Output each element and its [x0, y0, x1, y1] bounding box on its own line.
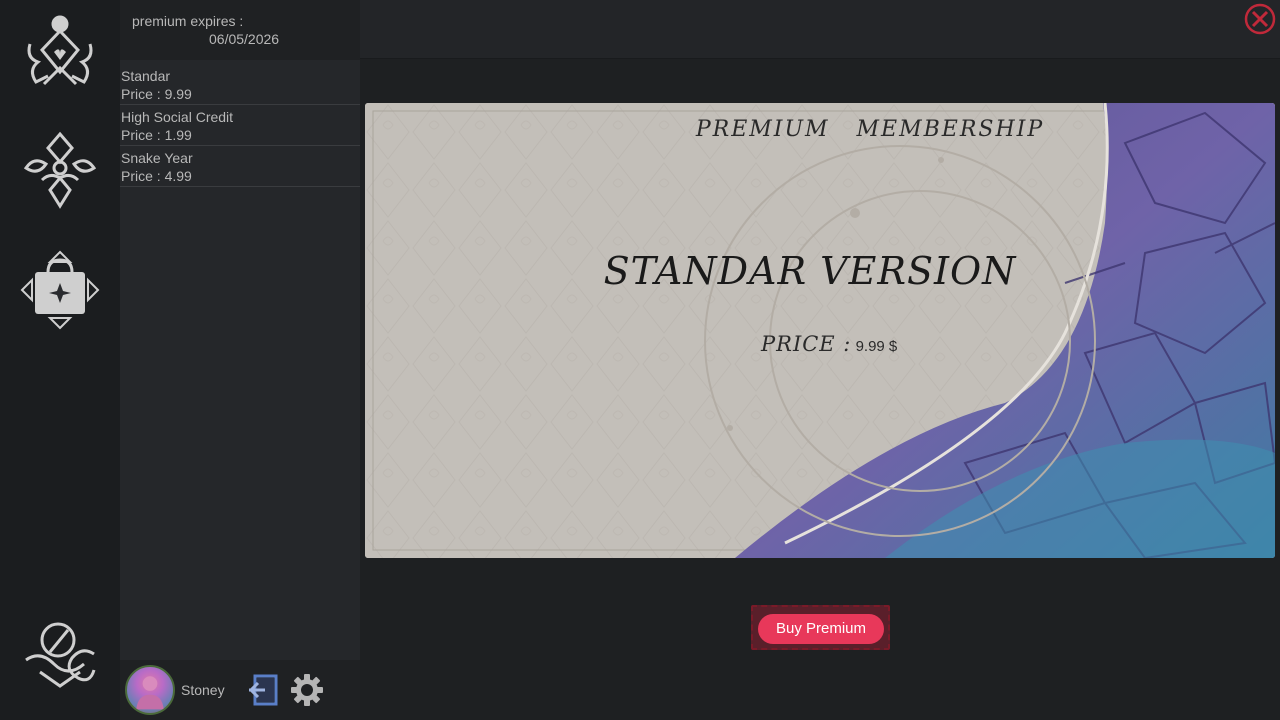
buy-premium-button[interactable]: Buy Premium	[758, 614, 884, 644]
plan-list: Standar Price : 9.99 High Social Credit …	[120, 64, 360, 187]
plan-name: High Social Credit	[121, 109, 234, 125]
plan-item-standar[interactable]: Standar Price : 9.99	[120, 64, 360, 105]
username: Stoney	[181, 682, 225, 698]
plan-item-high-social-credit[interactable]: High Social Credit Price : 1.99	[120, 105, 360, 146]
close-icon[interactable]	[1244, 3, 1276, 35]
user-bar: Stoney	[120, 660, 360, 720]
membership-card: PREMIUM MEMBERSHIP STANDAR VERSION PRICE…	[365, 103, 1275, 558]
shop-bag-icon[interactable]	[20, 250, 100, 330]
price-label: PRICE :	[761, 332, 852, 356]
premium-expiry: premium expires : 06/05/2026	[120, 0, 360, 60]
plan-price: Price : 1.99	[121, 127, 192, 143]
main-content: PREMIUM MEMBERSHIP STANDAR VERSION PRICE…	[360, 0, 1280, 720]
plan-name: Standar	[121, 68, 171, 84]
price-value: 9.99 $	[855, 338, 898, 355]
plan-price: Price : 4.99	[121, 168, 192, 184]
expiry-label: premium expires :	[132, 13, 244, 29]
card-version-title: STANDAR VERSION	[603, 249, 1017, 293]
gear-icon[interactable]	[290, 673, 324, 707]
top-bar	[360, 0, 1280, 59]
character-emblem-icon[interactable]	[20, 10, 100, 90]
plans-panel: premium expires : 06/05/2026 Standar Pri…	[120, 0, 360, 720]
profile-emblem-icon[interactable]	[20, 610, 100, 690]
avatar[interactable]	[125, 665, 175, 715]
ornament-emblem-icon[interactable]	[20, 130, 100, 210]
plan-price: Price : 9.99	[121, 86, 192, 102]
expiry-date: 06/05/2026	[209, 31, 280, 47]
plan-name: Snake Year	[121, 150, 193, 166]
card-price: PRICE : 9.99 $	[761, 332, 897, 356]
logout-icon[interactable]	[247, 673, 279, 707]
app-window: premium expires : 06/05/2026 Standar Pri…	[0, 0, 1280, 720]
icon-rail	[0, 0, 120, 720]
plan-item-snake-year[interactable]: Snake Year Price : 4.99	[120, 146, 360, 187]
card-background-art	[365, 103, 1275, 558]
card-heading: PREMIUM MEMBERSHIP	[695, 117, 1045, 142]
buy-button-frame: Buy Premium	[751, 605, 890, 650]
